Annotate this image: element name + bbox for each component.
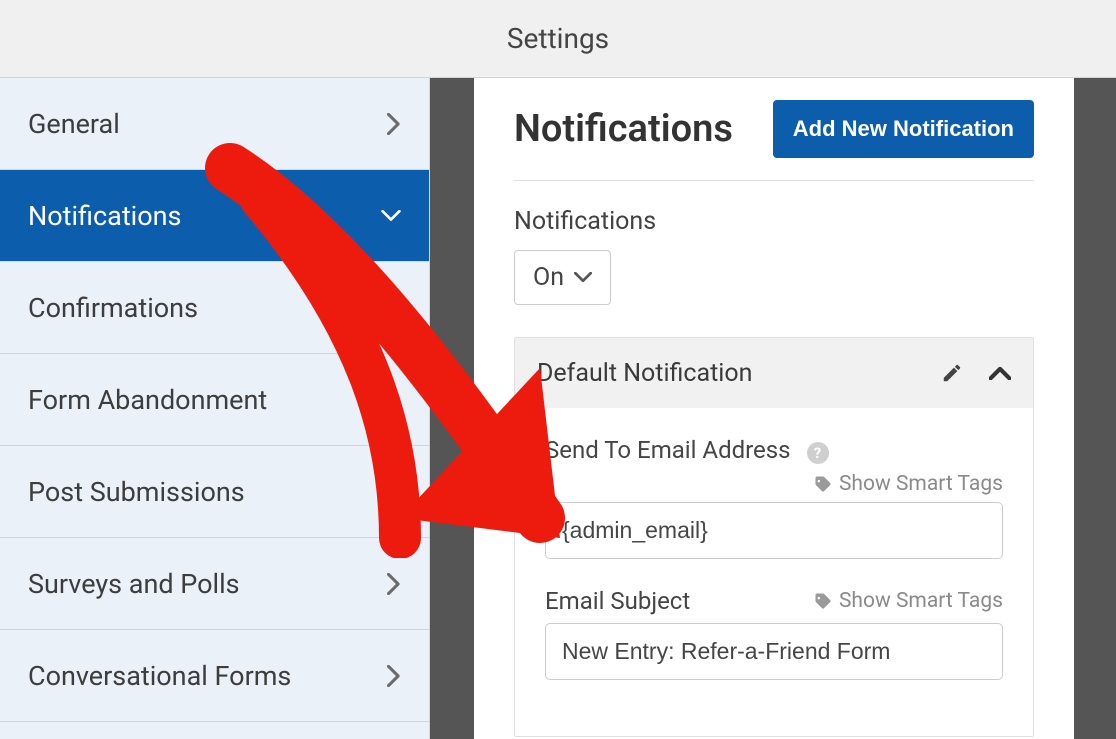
- send-to-label-text: Send To Email Address: [545, 436, 791, 464]
- sidebar-item-surveys-and-polls[interactable]: Surveys and Polls: [0, 538, 429, 630]
- tag-icon: [813, 474, 833, 494]
- notifications-toggle-label: Notifications: [514, 207, 1034, 236]
- smart-tags-text: Show Smart Tags: [839, 472, 1003, 496]
- email-subject-label: Email Subject: [545, 587, 690, 615]
- sidebar-item-notifications[interactable]: Notifications: [0, 170, 429, 262]
- sidebar-item-label: Notifications: [28, 200, 181, 232]
- page-title: Settings: [507, 22, 609, 55]
- send-to-label: Send To Email Address ?: [545, 436, 829, 464]
- sidebar-item-label: Surveys and Polls: [28, 568, 240, 600]
- dropdown-value: On: [533, 263, 564, 292]
- email-subject-input[interactable]: [545, 623, 1003, 680]
- notification-panel: Default Notification Send To Email Addre…: [514, 337, 1034, 737]
- chevron-down-icon: [574, 272, 592, 283]
- chevron-up-icon[interactable]: [989, 366, 1011, 380]
- show-smart-tags-link[interactable]: Show Smart Tags: [813, 589, 1003, 613]
- sidebar-item-label: Conversational Forms: [28, 660, 291, 692]
- gutter: [430, 78, 474, 739]
- tag-icon: [813, 591, 833, 611]
- page-title-bar: Settings: [0, 0, 1116, 78]
- chevron-right-icon: [387, 389, 401, 411]
- sidebar-item-conversational-forms[interactable]: Conversational Forms: [0, 630, 429, 722]
- main-content: Notifications Add New Notification Notif…: [474, 78, 1116, 739]
- sidebar-item-form-abandonment[interactable]: Form Abandonment: [0, 354, 429, 446]
- show-smart-tags-link[interactable]: Show Smart Tags: [813, 472, 1003, 496]
- section-title: Notifications: [514, 107, 733, 151]
- sidebar-item-label: Form Abandonment: [28, 384, 267, 416]
- send-to-email-input[interactable]: [545, 502, 1003, 559]
- chevron-down-icon: [381, 210, 401, 222]
- sidebar-item-label: Confirmations: [28, 292, 198, 324]
- sidebar-item-confirmations[interactable]: Confirmations: [0, 262, 429, 354]
- smart-tags-text: Show Smart Tags: [839, 589, 1003, 613]
- notifications-toggle-dropdown[interactable]: On: [514, 250, 611, 305]
- panel-header[interactable]: Default Notification: [515, 338, 1033, 408]
- add-new-notification-button[interactable]: Add New Notification: [773, 100, 1034, 158]
- chevron-right-icon: [387, 573, 401, 595]
- sidebar-item-label: Post Submissions: [28, 476, 245, 508]
- sidebar-item-general[interactable]: General: [0, 78, 429, 170]
- sidebar-item-post-submissions[interactable]: Post Submissions: [0, 446, 429, 538]
- settings-sidebar: General Notifications Confirmations Form…: [0, 78, 430, 739]
- chevron-right-icon: [387, 665, 401, 687]
- help-icon[interactable]: ?: [807, 442, 829, 464]
- sidebar-item-label: General: [28, 108, 120, 140]
- chevron-right-icon: [387, 113, 401, 135]
- panel-title: Default Notification: [537, 359, 752, 388]
- edit-icon[interactable]: [941, 362, 963, 384]
- chevron-right-icon: [387, 481, 401, 503]
